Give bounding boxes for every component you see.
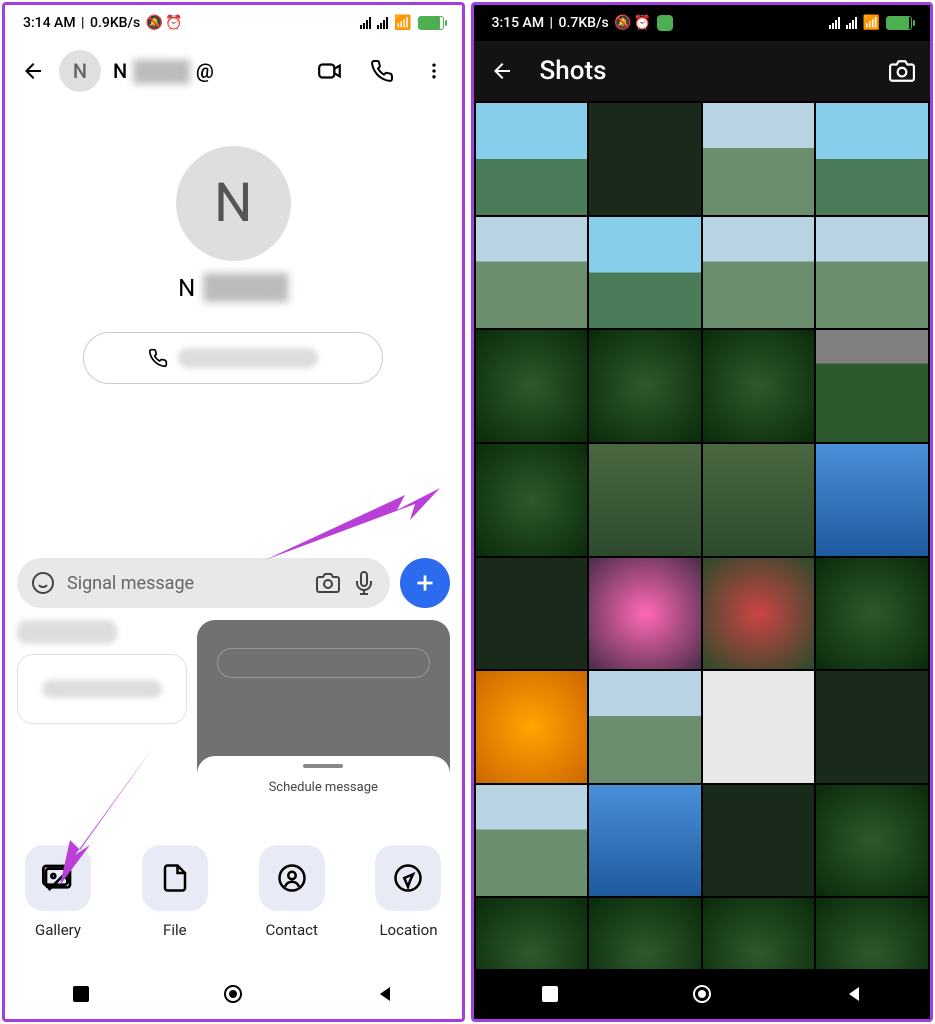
emoji-icon[interactable]: [31, 571, 55, 595]
gallery-title: Shots: [540, 56, 607, 86]
mute-icon: 🔕: [142, 15, 163, 31]
gallery-thumbnail[interactable]: [816, 444, 928, 556]
app-indicator-icon: [657, 15, 673, 31]
annotation-arrow: [265, 480, 455, 590]
attach-location[interactable]: Location: [375, 845, 441, 939]
gallery-thumbnail[interactable]: [589, 558, 701, 670]
nav-back[interactable]: [373, 982, 397, 1006]
alarm-icon: ⏰: [634, 15, 651, 31]
redacted-text: ████: [133, 59, 190, 84]
redacted-text: [42, 680, 162, 698]
status-speed: 0.9KB/s: [90, 15, 140, 31]
voice-call-button[interactable]: [368, 57, 396, 85]
gallery-grid: [474, 101, 931, 1012]
gallery-thumbnail[interactable]: [816, 330, 928, 442]
gallery-thumbnail[interactable]: [703, 103, 815, 215]
gallery-thumbnail[interactable]: [816, 671, 928, 783]
battery-icon: [886, 16, 912, 30]
signal-icon: [846, 17, 857, 29]
avatar[interactable]: N: [59, 50, 101, 92]
redacted-preview: [17, 620, 117, 644]
signal-chat-screen: 3:14 AM | 0.9KB/s 🔕 ⏰ 📶 N N ████ @: [2, 2, 465, 1022]
gallery-picker-screen: 3:15 AM | 0.7KB/s 🔕 ⏰ 📶 Shots: [471, 2, 934, 1022]
chat-body: N N █████: [5, 101, 462, 404]
drag-handle-icon[interactable]: [303, 764, 343, 768]
gallery-thumbnail[interactable]: [476, 444, 588, 556]
back-button[interactable]: [488, 57, 516, 85]
gallery-thumbnail[interactable]: [703, 671, 815, 783]
avatar-large[interactable]: N: [176, 146, 291, 261]
contact-full-name: N █████: [178, 273, 288, 302]
gallery-thumbnail[interactable]: [476, 103, 588, 215]
status-bar: 3:14 AM | 0.9KB/s 🔕 ⏰ 📶: [5, 5, 462, 41]
chat-header: N N ████ @: [5, 41, 462, 101]
gallery-thumbnail[interactable]: [476, 330, 588, 442]
mute-icon: 🔕: [611, 15, 632, 31]
nav-home[interactable]: [221, 982, 245, 1006]
gallery-thumbnail[interactable]: [476, 785, 588, 897]
gallery-thumbnail[interactable]: [589, 671, 701, 783]
gallery-thumbnail[interactable]: [476, 558, 588, 670]
nav-bar: [474, 969, 931, 1019]
gallery-thumbnail[interactable]: [703, 444, 815, 556]
status-bar: 3:15 AM | 0.7KB/s 🔕 ⏰ 📶: [474, 5, 931, 41]
gallery-thumbnail[interactable]: [589, 103, 701, 215]
signal-icon: [829, 17, 840, 29]
message-preview[interactable]: Schedule message: [197, 620, 450, 805]
redacted-text: █████: [203, 273, 288, 302]
back-button[interactable]: [19, 57, 47, 85]
status-separator: |: [78, 15, 88, 31]
gallery-thumbnail[interactable]: [816, 558, 928, 670]
signal-icon: [377, 17, 388, 29]
nav-recent[interactable]: [538, 982, 562, 1006]
status-time: 3:15 AM: [492, 15, 545, 31]
wifi-icon: 📶: [863, 15, 880, 31]
contact-name[interactable]: N ████ @: [113, 59, 304, 84]
signal-icon: [360, 17, 371, 29]
gallery-thumbnail[interactable]: [589, 785, 701, 897]
status-speed: 0.7KB/s: [559, 15, 609, 31]
nav-recent[interactable]: [69, 982, 93, 1006]
gallery-thumbnail[interactable]: [703, 330, 815, 442]
gallery-thumbnail[interactable]: [703, 785, 815, 897]
phone-number-button[interactable]: [83, 332, 383, 384]
annotation-arrow: [45, 745, 185, 895]
schedule-sheet[interactable]: Schedule message: [197, 756, 450, 805]
nav-bar: [5, 969, 462, 1019]
gallery-thumbnail[interactable]: [476, 217, 588, 329]
wifi-icon: 📶: [394, 15, 411, 31]
camera-button[interactable]: [888, 57, 916, 85]
alarm-icon: ⏰: [165, 15, 182, 31]
nav-home[interactable]: [690, 982, 714, 1006]
battery-icon: [418, 16, 444, 30]
gallery-thumbnail[interactable]: [816, 103, 928, 215]
gallery-thumbnail[interactable]: [816, 785, 928, 897]
gallery-thumbnail[interactable]: [476, 671, 588, 783]
menu-button[interactable]: [420, 57, 448, 85]
gallery-header: Shots: [474, 41, 931, 101]
gallery-thumbnail[interactable]: [589, 330, 701, 442]
gallery-thumbnail[interactable]: [703, 217, 815, 329]
redacted-phone: [178, 348, 318, 368]
status-time: 3:14 AM: [23, 15, 76, 31]
gallery-thumbnail[interactable]: [816, 217, 928, 329]
video-call-button[interactable]: [316, 57, 344, 85]
preview-card[interactable]: [17, 654, 187, 724]
nav-back[interactable]: [842, 982, 866, 1006]
attach-contact[interactable]: Contact: [259, 845, 325, 939]
gallery-thumbnail[interactable]: [703, 558, 815, 670]
gallery-thumbnail[interactable]: [589, 217, 701, 329]
gallery-thumbnail[interactable]: [589, 444, 701, 556]
